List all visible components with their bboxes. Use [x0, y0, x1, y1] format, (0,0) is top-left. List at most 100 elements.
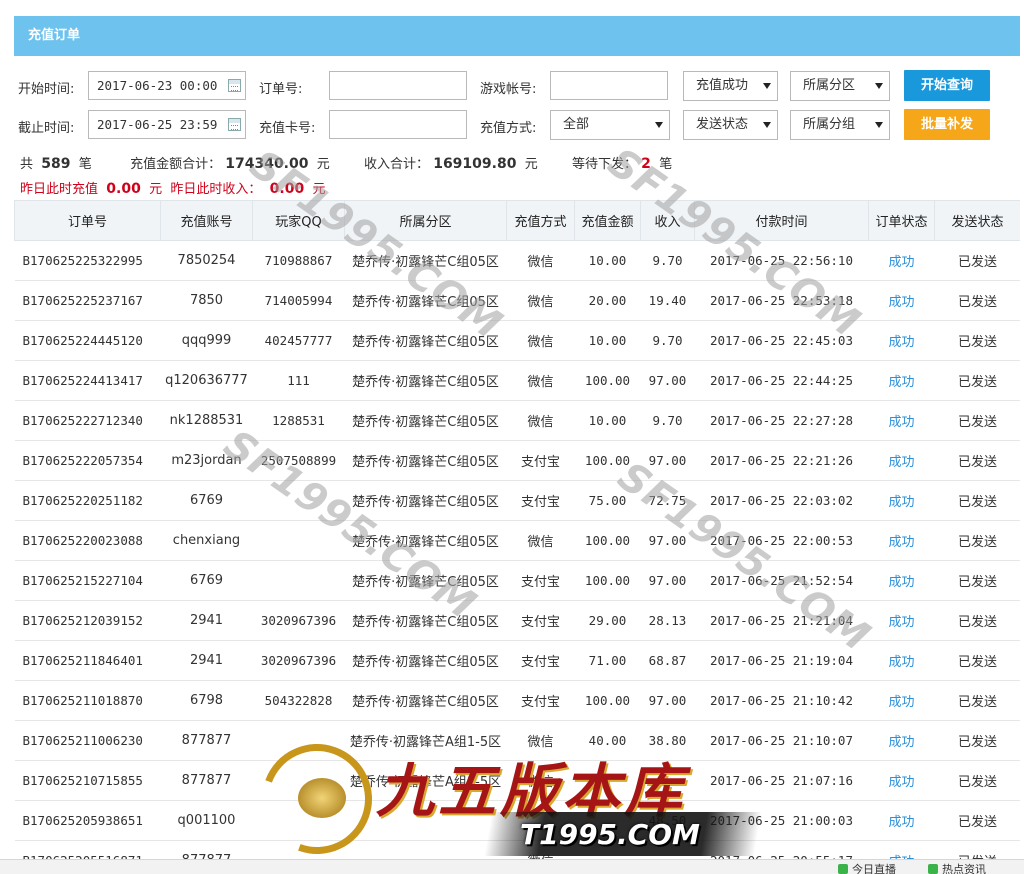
cell-amount: 71.00	[574, 640, 641, 681]
cell-order-status[interactable]: 成功	[868, 800, 935, 841]
column-header-qq: 玩家QQ	[252, 200, 345, 241]
news-icon	[928, 864, 938, 874]
column-header-amount: 充值金额	[574, 200, 641, 241]
table-row: B170625220251182 6769 楚乔传·初露锋芒C组05区 支付宝 75.0…	[14, 480, 1020, 521]
cell-send-status: 已发送	[934, 480, 1020, 521]
amount-label: 充值金额合计：	[130, 157, 222, 172]
cell-order-status[interactable]: 成功	[868, 360, 935, 401]
cell-method: 支付宝	[506, 480, 575, 521]
payment-method-select[interactable]: 全部	[550, 110, 670, 140]
cell-send-status: 已发送	[934, 760, 1020, 801]
live-link[interactable]: 今日直播	[838, 861, 896, 874]
start-query-button[interactable]: 开始查询	[904, 70, 990, 101]
cell-qq	[252, 560, 345, 601]
cell-account: q001100	[160, 800, 253, 841]
cell-send-status: 已发送	[934, 360, 1020, 401]
cell-order-status[interactable]: 成功	[868, 520, 935, 561]
cell-order-number: B170625224413417	[14, 360, 161, 401]
table-row: B170625224413417 q120636777 111 楚乔传·初露锋芒C组0…	[14, 360, 1020, 401]
cell-order-status[interactable]: 成功	[868, 680, 935, 721]
group-select[interactable]: 所属分组	[790, 110, 890, 140]
column-header-send-status: 发送状态	[934, 200, 1020, 241]
column-header-method: 充值方式	[506, 200, 575, 241]
cell-method: 支付宝	[506, 560, 575, 601]
pending-value: 2	[641, 156, 651, 172]
cell-pay-time: 2017-06-25 22:53:18	[694, 280, 869, 321]
cell-order-status[interactable]: 成功	[868, 400, 935, 441]
cell-zone: 楚乔传·初露锋芒C组05区	[344, 400, 507, 441]
cell-account: 2941	[160, 640, 253, 681]
card-number-input[interactable]	[329, 110, 467, 139]
cell-amount: 100.00	[574, 560, 641, 601]
cell-order-status[interactable]: 成功	[868, 480, 935, 521]
cell-zone: 楚乔传·初露锋芒C组05区	[344, 360, 507, 401]
cell-order-number: B170625225237167	[14, 280, 161, 321]
cell-qq: 3020967396	[252, 640, 345, 681]
chevron-down-icon	[875, 83, 883, 89]
recharge-status-select[interactable]: 充值成功	[683, 71, 778, 101]
cell-order-number: B170625205938651	[14, 800, 161, 841]
cell-pay-time: 2017-06-25 22:27:28	[694, 400, 869, 441]
yesterday-income-unit: 元	[312, 182, 326, 197]
card-number-label: 充值卡号:	[259, 121, 316, 136]
end-time-input[interactable]: 2017-06-25 23:59	[88, 110, 246, 139]
cell-zone: 楚乔传·初露锋芒C组05区	[344, 680, 507, 721]
cell-method: 支付宝	[506, 640, 575, 681]
cell-order-number: B170625222057354	[14, 440, 161, 481]
orders-table-body: B170625225322995 7850254 710988867 楚乔传·初露锋芒…	[14, 240, 1020, 874]
start-time-input[interactable]: 2017-06-23 00:00	[88, 71, 246, 100]
calendar-icon[interactable]	[228, 118, 241, 131]
table-row: B170625211018870 6798 504322828 楚乔传·初露锋芒C组0…	[14, 680, 1020, 721]
cell-method: 支付宝	[506, 600, 575, 641]
cell-send-status: 已发送	[934, 640, 1020, 681]
calendar-icon[interactable]	[228, 79, 241, 92]
chevron-down-icon	[655, 122, 663, 128]
cell-send-status: 已发送	[934, 440, 1020, 481]
game-account-input[interactable]	[550, 71, 668, 100]
cell-send-status: 已发送	[934, 680, 1020, 721]
cell-qq: 3020967396	[252, 600, 345, 641]
table-row: B170625224445120 qqq999 402457777 楚乔传·初露锋芒C…	[14, 320, 1020, 361]
cell-order-status[interactable]: 成功	[868, 440, 935, 481]
zone-select[interactable]: 所属分区	[790, 71, 890, 101]
cell-order-status[interactable]: 成功	[868, 760, 935, 801]
column-header-order-status: 订单状态	[868, 200, 935, 241]
cell-order-status[interactable]: 成功	[868, 280, 935, 321]
table-row: B170625220023088 chenxiang 楚乔传·初露锋芒C组05区 微信…	[14, 520, 1020, 561]
cell-order-status[interactable]: 成功	[868, 640, 935, 681]
cell-account: 6769	[160, 480, 253, 521]
news-label: 热点资讯	[942, 863, 986, 874]
total-suffix: 笔	[78, 157, 92, 172]
summary-line: 共 589 笔 充值金额合计： 174340.00 元 收入合计： 169109…	[20, 153, 672, 172]
cell-order-status[interactable]: 成功	[868, 320, 935, 361]
cell-order-status[interactable]: 成功	[868, 560, 935, 601]
cell-order-status[interactable]: 成功	[868, 240, 935, 281]
cell-amount: 100.00	[574, 520, 641, 561]
cell-order-number: B170625211846401	[14, 640, 161, 681]
yesterday-income-value: 0.00	[269, 181, 305, 197]
cell-order-status[interactable]: 成功	[868, 720, 935, 761]
table-row: B170625225322995 7850254 710988867 楚乔传·初露锋芒…	[14, 240, 1020, 281]
cell-order-number: B170625225322995	[14, 240, 161, 281]
pending-label: 等待下发：	[572, 157, 638, 172]
batch-resend-button[interactable]: 批量补发	[904, 109, 990, 140]
table-row: B170625211846401 2941 3020967396 楚乔传·初露锋芒C组…	[14, 640, 1020, 681]
cell-qq	[252, 480, 345, 521]
cell-amount: 10.00	[574, 240, 641, 281]
order-number-input[interactable]	[329, 71, 467, 100]
cell-amount: 100.00	[574, 360, 641, 401]
live-icon	[838, 864, 848, 874]
news-link[interactable]: 热点资讯	[928, 861, 986, 874]
cell-amount: 100.00	[574, 440, 641, 481]
cell-income: 97.00	[640, 440, 695, 481]
cell-zone: 楚乔传·初露锋芒C组05区	[344, 240, 507, 281]
cell-account: 7850	[160, 280, 253, 321]
column-header-account: 充值账号	[160, 200, 253, 241]
send-status-select[interactable]: 发送状态	[683, 110, 778, 140]
cell-pay-time: 2017-06-25 21:10:42	[694, 680, 869, 721]
income-unit: 元	[524, 157, 538, 172]
cell-send-status: 已发送	[934, 600, 1020, 641]
cell-order-status[interactable]: 成功	[868, 600, 935, 641]
cell-amount: 10.00	[574, 400, 641, 441]
cell-pay-time: 2017-06-25 22:00:53	[694, 520, 869, 561]
